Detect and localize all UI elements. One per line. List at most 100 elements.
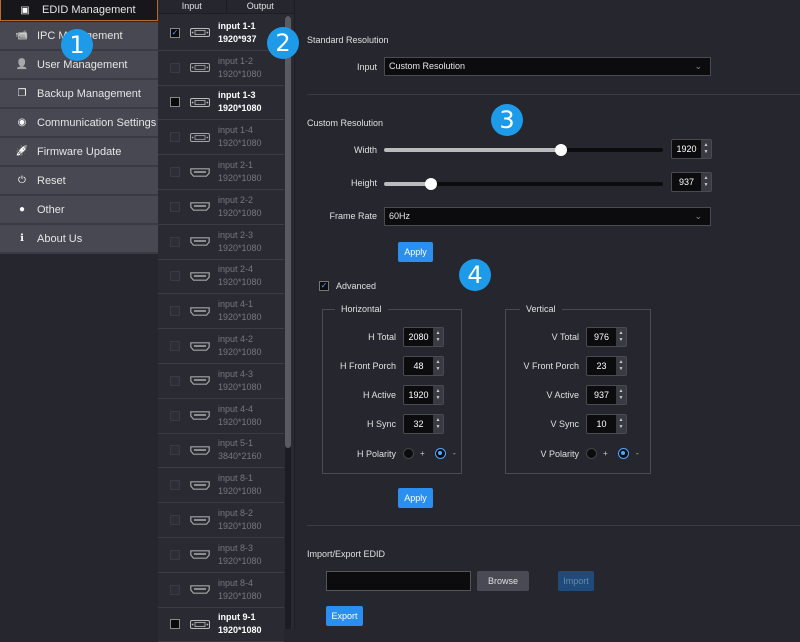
input-checkbox[interactable] <box>170 480 180 491</box>
h-front-porch-stepper[interactable]: 48 ▲ ▼ <box>403 356 444 376</box>
increment-icon[interactable]: ▲ <box>704 142 709 149</box>
input-list-item[interactable]: input 2-1 1920*1080 <box>158 155 284 190</box>
width-slider[interactable] <box>384 144 663 156</box>
sidebar-item-other[interactable]: ● Other <box>0 196 158 225</box>
h-active-value[interactable]: 1920 <box>404 386 433 404</box>
height-stepper[interactable]: 937 ▲ ▼ <box>671 172 712 192</box>
input-list-item[interactable]: input 2-4 1920*1080 <box>158 259 284 295</box>
input-list-item[interactable]: input 4-3 1920*1080 <box>158 363 284 399</box>
apply-advanced-button[interactable]: Apply <box>398 488 433 508</box>
v-sync-value[interactable]: 10 <box>587 415 616 433</box>
input-checkbox[interactable] <box>170 375 180 386</box>
edid-file-input[interactable] <box>326 571 471 591</box>
h-front-porch-value[interactable]: 48 <box>404 357 433 375</box>
advanced-checkbox[interactable]: ✓ <box>319 281 329 291</box>
export-button[interactable]: Export <box>326 606 363 626</box>
apply-resolution-button[interactable]: Apply <box>398 242 433 262</box>
height-slider[interactable] <box>384 178 663 190</box>
height-value[interactable]: 937 <box>672 173 701 191</box>
input-list-item[interactable]: input 2-2 1920*1080 <box>158 189 284 225</box>
input-list-item[interactable]: input 5-1 3840*2160 <box>158 433 284 469</box>
decrement-icon[interactable]: ▼ <box>619 395 624 402</box>
h-active-stepper[interactable]: 1920 ▲ ▼ <box>403 385 444 405</box>
h-sync-stepper[interactable]: 32 ▲ ▼ <box>403 414 444 434</box>
v-total-stepper[interactable]: 976 ▲ ▼ <box>586 327 627 347</box>
input-checkbox[interactable] <box>170 167 180 178</box>
increment-icon[interactable]: ▲ <box>436 359 441 366</box>
input-list-item[interactable]: input 8-3 1920*1080 <box>158 537 284 573</box>
v-polarity-minus-radio[interactable] <box>618 448 629 459</box>
input-checkbox[interactable] <box>170 410 180 421</box>
decrement-icon[interactable]: ▼ <box>436 424 441 431</box>
decrement-icon[interactable]: ▼ <box>704 182 709 189</box>
input-list-item[interactable]: input 1-2 1920*1080 <box>158 50 284 86</box>
decrement-icon[interactable]: ▼ <box>436 395 441 402</box>
width-slider-knob[interactable] <box>555 144 568 156</box>
width-stepper[interactable]: 1920 ▲ ▼ <box>671 139 712 159</box>
h-polarity-plus-radio[interactable] <box>403 448 414 459</box>
scrollbar-thumb[interactable] <box>285 16 291 448</box>
v-sync-stepper[interactable]: 10 ▲ ▼ <box>586 414 627 434</box>
input-list-item[interactable]: ✓ input 1-1 1920*937 <box>158 16 284 51</box>
input-checkbox[interactable] <box>170 584 180 595</box>
input-list-item[interactable]: input 9-1 1920*1080 <box>158 607 284 642</box>
height-slider-knob[interactable] <box>425 178 438 190</box>
input-list-item[interactable]: input 8-1 1920*1080 <box>158 468 284 504</box>
input-list-item[interactable]: input 8-4 1920*1080 <box>158 572 284 608</box>
input-list-item[interactable]: input 8-2 1920*1080 <box>158 503 284 538</box>
v-active-stepper[interactable]: 937 ▲ ▼ <box>586 385 627 405</box>
import-button[interactable]: Import <box>558 571 594 591</box>
width-value[interactable]: 1920 <box>672 140 701 158</box>
sidebar-item-backup-management[interactable]: ❐ Backup Management <box>0 80 158 109</box>
h-sync-value[interactable]: 32 <box>404 415 433 433</box>
input-list-item[interactable]: input 4-4 1920*1080 <box>158 398 284 434</box>
input-list-item[interactable]: input 1-3 1920*1080 <box>158 85 284 121</box>
input-checkbox[interactable] <box>170 341 180 352</box>
sidebar-item-reset[interactable]: ⏻ Reset <box>0 167 158 196</box>
input-list-item[interactable]: input 2-3 1920*1080 <box>158 224 284 260</box>
input-list-item[interactable]: input 4-2 1920*1080 <box>158 329 284 364</box>
input-checkbox[interactable] <box>170 515 180 526</box>
input-checkbox[interactable]: ✓ <box>170 27 180 38</box>
increment-icon[interactable]: ▲ <box>619 330 624 337</box>
input-checkbox[interactable] <box>170 62 180 73</box>
input-checkbox[interactable] <box>170 445 180 456</box>
input-list-item[interactable]: input 1-4 1920*1080 <box>158 120 284 156</box>
decrement-icon[interactable]: ▼ <box>704 149 709 156</box>
input-checkbox[interactable] <box>170 236 180 247</box>
h-total-value[interactable]: 2080 <box>404 328 433 346</box>
tab-input[interactable]: Input <box>158 0 227 13</box>
v-active-value[interactable]: 937 <box>587 386 616 404</box>
v-polarity-plus-radio[interactable] <box>586 448 597 459</box>
increment-icon[interactable]: ▲ <box>436 330 441 337</box>
v-front-porch-value[interactable]: 23 <box>587 357 616 375</box>
decrement-icon[interactable]: ▼ <box>619 337 624 344</box>
input-checkbox[interactable] <box>170 271 180 282</box>
v-front-porch-stepper[interactable]: 23 ▲ ▼ <box>586 356 627 376</box>
increment-icon[interactable]: ▲ <box>704 175 709 182</box>
input-checkbox[interactable] <box>170 201 180 212</box>
increment-icon[interactable]: ▲ <box>619 359 624 366</box>
input-list-item[interactable]: input 4-1 1920*1080 <box>158 294 284 330</box>
decrement-icon[interactable]: ▼ <box>619 424 624 431</box>
increment-icon[interactable]: ▲ <box>619 417 624 424</box>
v-total-value[interactable]: 976 <box>587 328 616 346</box>
decrement-icon[interactable]: ▼ <box>436 366 441 373</box>
increment-icon[interactable]: ▲ <box>436 417 441 424</box>
decrement-icon[interactable]: ▼ <box>619 366 624 373</box>
sidebar-item-communication-settings[interactable]: ◉ Communication Settings <box>0 109 158 138</box>
input-checkbox[interactable] <box>170 306 180 317</box>
increment-icon[interactable]: ▲ <box>619 388 624 395</box>
input-checkbox[interactable] <box>170 619 180 630</box>
sidebar-item-edid-management[interactable]: ▣ EDID Management <box>0 0 158 21</box>
h-total-stepper[interactable]: 2080 ▲ ▼ <box>403 327 444 347</box>
list-scrollbar[interactable] <box>285 16 291 629</box>
h-polarity-minus-radio[interactable] <box>435 448 446 459</box>
tab-output[interactable]: Output <box>227 0 295 13</box>
sidebar-item-firmware-update[interactable]: 🚀 Firmware Update <box>0 138 158 167</box>
increment-icon[interactable]: ▲ <box>436 388 441 395</box>
decrement-icon[interactable]: ▼ <box>436 337 441 344</box>
input-checkbox[interactable] <box>170 549 180 560</box>
input-resolution-select[interactable]: Custom Resolution ⌄ <box>384 57 711 76</box>
input-checkbox[interactable] <box>170 132 180 143</box>
